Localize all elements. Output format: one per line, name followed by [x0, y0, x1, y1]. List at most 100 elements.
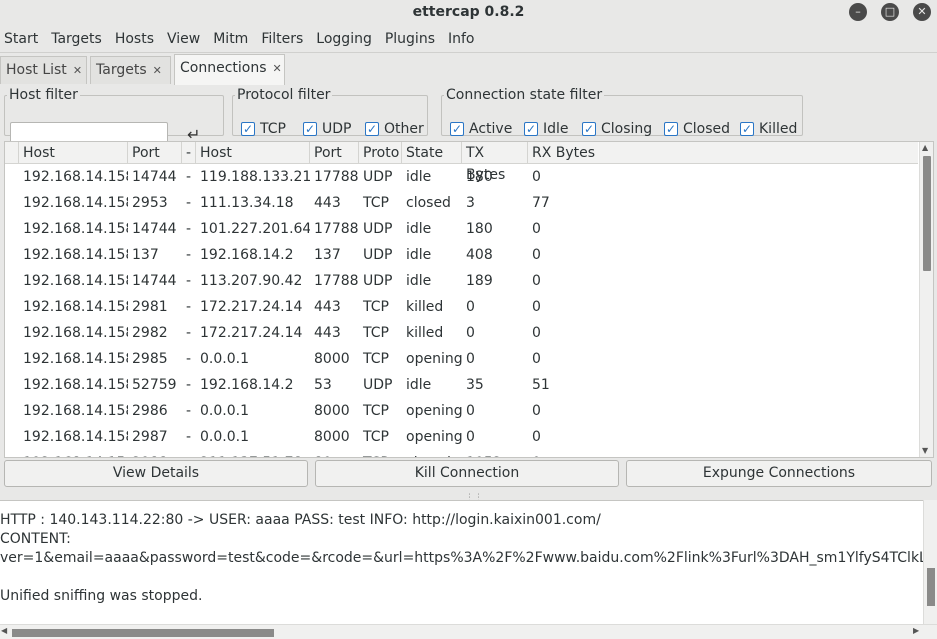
checkbox-udp[interactable]: ✓ UDP — [303, 121, 351, 137]
checkbox-tcp[interactable]: ✓ TCP — [241, 121, 286, 137]
menu-targets[interactable]: Targets — [47, 31, 109, 47]
log-output[interactable]: HTTP : 140.143.114.22:80 -> USER: aaaa P… — [0, 500, 923, 624]
cell-sep: - — [186, 351, 192, 367]
cell-proto: TCP — [363, 351, 389, 367]
checkbox-active[interactable]: ✓ Active — [450, 121, 512, 137]
tab-connections[interactable]: Connections ✕ — [174, 54, 285, 85]
tab-targets[interactable]: Targets ✕ — [90, 56, 171, 84]
table-row[interactable]: 192.168.14.158 14744-119.188.133.213 17788… — [5, 164, 918, 190]
checkbox-checked-icon: ✓ — [740, 122, 754, 136]
column-header-port[interactable]: Port — [128, 142, 182, 164]
table-row[interactable]: 192.168.14.158 14744-101.227.201.64 17788 U… — [5, 216, 918, 242]
menu-filters[interactable]: Filters — [257, 31, 310, 47]
cell-src-port: 2985 — [132, 351, 168, 367]
menu-start[interactable]: Start — [0, 31, 45, 47]
column-header-proto[interactable]: Proto — [359, 142, 402, 164]
table-row[interactable]: 192.168.14.158 52759-192.168.14.2 53 UDP idl… — [5, 372, 918, 398]
cell-state: closed — [406, 195, 451, 211]
checkbox-label: TCP — [260, 121, 286, 137]
column-header-tx-bytes[interactable]: TX Bytes — [462, 142, 528, 183]
kill-connection-button[interactable]: Kill Connection — [315, 460, 619, 487]
scroll-up-icon[interactable]: ▲ — [922, 143, 928, 152]
scroll-down-icon[interactable]: ▼ — [922, 446, 928, 455]
table-row[interactable]: 192.168.14.1582988-211.137.51.7880TCPclo… — [5, 450, 918, 457]
expunge-connections-button[interactable]: Expunge Connections — [626, 460, 932, 487]
cell-src-port: 14744 — [132, 169, 177, 185]
close-tab-icon[interactable]: ✕ — [153, 64, 162, 77]
cell-dst-port: 137 — [314, 247, 341, 263]
scrollbar-thumb[interactable] — [923, 156, 931, 271]
table-row[interactable]: 192.168.14.158 14744-113.207.90.42 17788 UD… — [5, 268, 918, 294]
column-header-rx-bytes[interactable]: RX Bytes — [528, 142, 596, 164]
table-row[interactable]: 192.168.14.158 137-192.168.14.2 137 UDP idle… — [5, 242, 918, 268]
checkbox-checked-icon: ✓ — [303, 122, 317, 136]
maximize-icon[interactable]: □ — [881, 3, 899, 21]
checkbox-idle[interactable]: ✓ Idle — [524, 121, 569, 137]
view-details-button[interactable]: View Details — [4, 460, 308, 487]
cell-dst-port: 8000 — [314, 403, 350, 419]
cell-src-host: 192.168.14.158 — [23, 429, 128, 445]
column-header-state[interactable]: State — [402, 142, 462, 164]
cell-state: idle — [406, 169, 432, 185]
log-horizontal-scrollbar[interactable]: ◀ ▶ — [0, 624, 937, 639]
tab-host-list[interactable]: Host List ✕ — [0, 56, 87, 84]
menu-info[interactable]: Info — [444, 31, 482, 47]
cell-dst-port: 443 — [314, 325, 341, 341]
protocol-filter-legend: Protocol filter — [237, 87, 331, 103]
table-header: Host Port - Host Port Proto State TX Byt… — [5, 142, 918, 183]
cell-dst-host: 119.188.133.213 — [200, 169, 310, 185]
cell-dst-host: 172.217.24.14 — [200, 299, 303, 315]
log-scrollbar[interactable] — [923, 500, 937, 624]
column-header-port[interactable]: Port — [310, 142, 359, 164]
menu-mitm[interactable]: Mitm — [209, 31, 255, 47]
cell-tx-bytes: 1052 — [462, 450, 528, 457]
cell-rx-bytes: 0 — [532, 429, 541, 445]
menu-hosts[interactable]: Hosts — [111, 31, 161, 47]
table-row[interactable]: 192.168.14.158 2953 -111.13.34.18 443 TCP clo… — [5, 190, 918, 216]
cell-dst-host: 192.168.14.2 — [200, 247, 294, 263]
scroll-left-icon[interactable]: ◀ — [1, 626, 7, 635]
scrollbar-thumb[interactable] — [927, 568, 935, 606]
table-row[interactable]: 192.168.14.158 2987 -0.0.0.1 8000 TCP opening… — [5, 424, 918, 450]
close-tab-icon[interactable]: ✕ — [273, 62, 282, 75]
table-scrollbar[interactable]: ▲ ▼ — [919, 142, 933, 457]
pane-divider[interactable]: ⋮⋮ — [0, 492, 937, 503]
checkbox-closing[interactable]: ✓ Closing — [582, 121, 652, 137]
menu-view[interactable]: View — [163, 31, 207, 47]
checkbox-other[interactable]: ✓ Other — [365, 121, 424, 137]
cell-tx-bytes: 3 — [466, 195, 475, 211]
cell-src-port: 2988 — [128, 450, 182, 457]
menu-plugins[interactable]: Plugins — [381, 31, 442, 47]
cell-src-host: 192.168.14.158 — [23, 221, 128, 237]
cell-src-port: 2987 — [132, 429, 168, 445]
filter-panel: Host filter ↵ Protocol filter ✓ TCP ✓ UD… — [0, 84, 937, 150]
close-icon[interactable]: ✕ — [913, 3, 931, 21]
checkbox-checked-icon: ✓ — [450, 122, 464, 136]
action-buttons: View Details Kill Connection Expunge Con… — [0, 460, 937, 488]
table-row[interactable]: 192.168.14.158 2986 -0.0.0.1 8000 TCP opening… — [5, 398, 918, 424]
scroll-right-icon[interactable]: ▶ — [913, 626, 919, 635]
cell-proto: TCP — [359, 450, 402, 457]
table-row[interactable]: 192.168.14.158 2985 -0.0.0.1 8000 TCP opening… — [5, 346, 918, 372]
cell-src-host: 192.168.14.158 — [23, 273, 128, 289]
cell-rx-bytes: 51 — [532, 377, 550, 393]
menu-logging[interactable]: Logging — [312, 31, 379, 47]
cell-rx-bytes: 0 — [532, 247, 541, 263]
close-tab-icon[interactable]: ✕ — [73, 64, 82, 77]
checkbox-label: Other — [384, 121, 424, 137]
column-header-sep[interactable]: - — [182, 142, 196, 164]
scrollbar-thumb[interactable] — [12, 629, 274, 637]
log-line: ver=1&email=aaaa&password=test&code=&rco… — [0, 550, 923, 566]
cell-dst-port: 443 — [314, 195, 341, 211]
checkbox-killed[interactable]: ✓ Killed — [740, 121, 797, 137]
table-row[interactable]: 192.168.14.158 2982 -172.217.24.14 443 TCP ki… — [5, 320, 918, 346]
cell-rx-bytes: 0 — [532, 325, 541, 341]
table-row[interactable]: 192.168.14.158 2981 -172.217.24.14 443 TCP ki… — [5, 294, 918, 320]
column-header-host[interactable]: Host — [196, 142, 310, 164]
cell-tx-bytes: 0 — [466, 299, 475, 315]
minimize-icon[interactable]: – — [849, 3, 867, 21]
column-header-host[interactable]: Host — [19, 142, 128, 164]
window-titlebar: ettercap 0.8.2 — [0, 0, 937, 25]
checkbox-closed[interactable]: ✓ Closed — [664, 121, 730, 137]
cell-state: killed — [406, 325, 444, 341]
